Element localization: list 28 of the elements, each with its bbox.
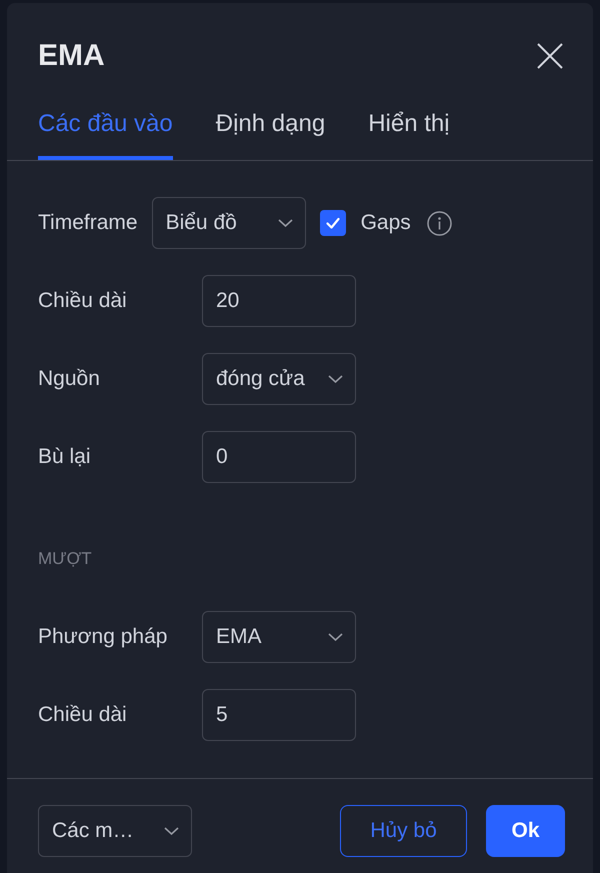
field-label: Chiều dài	[38, 288, 127, 314]
field-label: Phương pháp	[38, 624, 168, 650]
field-label: Chiều dài	[38, 702, 127, 728]
chevron-down-icon	[164, 827, 179, 835]
number-input[interactable]: 20	[202, 275, 356, 327]
dialog-title: EMA	[38, 38, 105, 74]
chevron-down-icon	[328, 633, 343, 641]
tab[interactable]: Hiển thị	[368, 100, 450, 160]
tab[interactable]: Các đầu vào	[38, 100, 173, 160]
chevron-down-icon	[328, 375, 343, 383]
close-icon[interactable]	[537, 43, 563, 69]
cancel-button[interactable]: Hủy bỏ	[340, 805, 467, 857]
ok-button[interactable]: Ok	[486, 805, 565, 857]
tab[interactable]: Định dạng	[216, 100, 326, 160]
checkbox-label: Gaps	[360, 210, 411, 236]
field-label: Nguồn	[38, 366, 100, 392]
checkbox[interactable]	[320, 210, 346, 236]
chevron-down-icon	[278, 219, 293, 227]
field-label: Timeframe	[38, 210, 138, 236]
dropdown[interactable]: Biểu đồ	[152, 197, 306, 249]
section-heading: MƯỢT	[38, 549, 92, 569]
number-input[interactable]: 5	[202, 689, 356, 741]
template-dropdown[interactable]: Các m…	[38, 805, 192, 857]
field-label: Bù lại	[38, 444, 91, 470]
info-icon[interactable]	[426, 210, 452, 236]
number-input[interactable]: 0	[202, 431, 356, 483]
dropdown[interactable]: EMA	[202, 611, 356, 663]
dropdown[interactable]: đóng cửa	[202, 353, 356, 405]
